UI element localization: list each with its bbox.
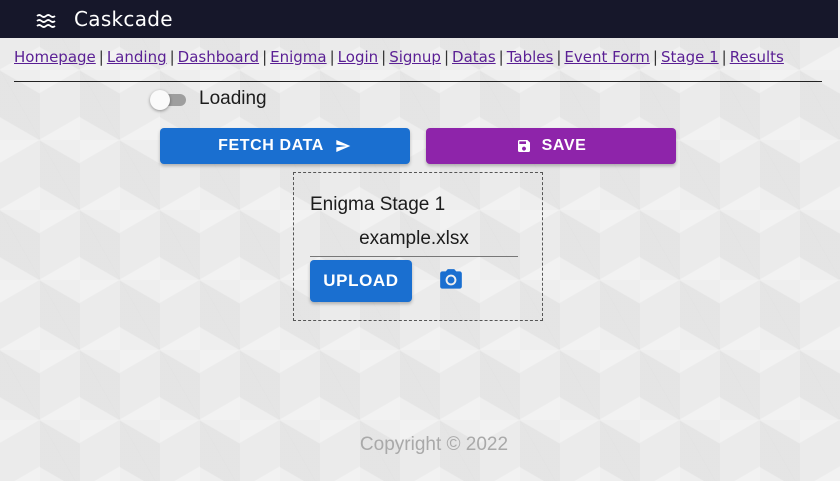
nav-link-tables[interactable]: Tables xyxy=(507,48,554,66)
nav-link-landing[interactable]: Landing xyxy=(107,48,167,66)
nav-link-stage-1[interactable]: Stage 1 xyxy=(661,48,719,66)
loading-toggle-label: Loading xyxy=(199,88,267,109)
nav-separator: | xyxy=(169,48,175,66)
nav-link-homepage[interactable]: Homepage xyxy=(14,48,96,66)
nav-separator: | xyxy=(443,48,450,66)
nav-link-login[interactable]: Login xyxy=(338,48,378,66)
nav-link-datas[interactable]: Datas xyxy=(452,48,496,66)
save-button[interactable]: SAVE xyxy=(426,128,676,164)
waves-menu-icon[interactable] xyxy=(36,13,56,29)
camera-icon[interactable] xyxy=(438,267,464,293)
nav-link-signup[interactable]: Signup xyxy=(389,48,441,66)
upload-label: UPLOAD xyxy=(323,271,399,290)
nav-links: Homepage | Landing | Dashboard | Enigma | Login |… xyxy=(14,48,822,66)
fetch-data-label: FETCH DATA xyxy=(218,137,324,154)
nav-link-dashboard[interactable]: Dashboard xyxy=(178,48,259,66)
loading-toggle-row: Loading xyxy=(150,88,267,110)
footer-copyright: Copyright © 2022 xyxy=(359,434,509,455)
floppy-disk-icon xyxy=(517,140,530,152)
nav-separator: | xyxy=(329,48,335,66)
nav-separator: | xyxy=(381,48,387,66)
nav-link-event-form[interactable]: Event Form xyxy=(564,48,650,66)
nav-divider xyxy=(14,81,822,82)
upload-button[interactable]: UPLOAD xyxy=(310,260,412,302)
card-title: Enigma Stage 1 xyxy=(310,194,446,215)
nav-separator: | xyxy=(721,48,727,66)
send-icon xyxy=(336,140,351,152)
nav-separator: | xyxy=(652,48,658,66)
toggle-thumb[interactable] xyxy=(150,90,170,110)
nav-link-enigma[interactable]: Enigma xyxy=(270,48,326,66)
fetch-data-button[interactable]: FETCH DATA xyxy=(160,128,410,164)
nav-separator: | xyxy=(498,48,504,66)
save-label: SAVE xyxy=(541,137,587,154)
nav-link-results[interactable]: Results xyxy=(730,48,784,66)
file-name-field[interactable]: example.xlsx xyxy=(310,226,518,257)
nav-separator: | xyxy=(556,48,562,66)
app-bar: Caskcade xyxy=(0,0,838,38)
nav-separator: | xyxy=(262,48,268,66)
loading-toggle-switch[interactable] xyxy=(150,88,188,110)
upload-card: Enigma Stage 1 example.xlsx UPLOAD xyxy=(293,172,543,321)
app-title: Caskcade xyxy=(74,7,173,31)
nav-separator: | xyxy=(98,48,104,66)
